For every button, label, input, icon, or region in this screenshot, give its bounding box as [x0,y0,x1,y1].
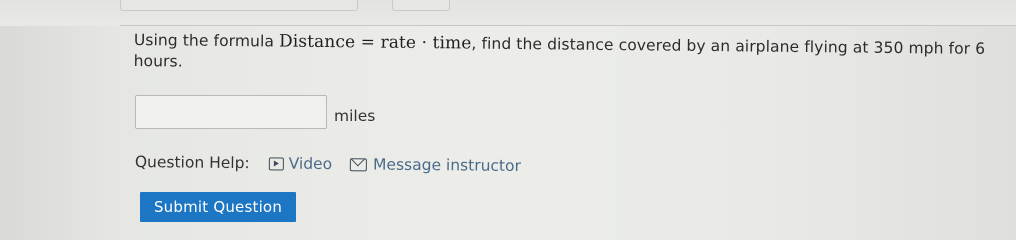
video-play-icon [268,156,284,171]
answer-row: miles [135,93,375,131]
answer-unit: miles [334,107,376,125]
divider [120,25,1016,26]
answer-input[interactable] [135,95,327,129]
top-tab-right [392,0,450,11]
top-tab-left [120,0,358,11]
question-help-label: Question Help: [134,152,250,173]
message-instructor-link[interactable]: Message instructor [350,155,521,175]
question-prefix: Using the formula [133,30,280,51]
formula-dot: · [415,32,433,54]
formula-time: time [432,33,472,54]
question-text: Using the formula Distance = rate · time… [134,30,994,81]
formula-distance: Distance [278,31,356,53]
formula-rate: rate [380,32,417,53]
formula-equals: = [355,32,381,53]
mail-icon [350,157,368,171]
video-link-label: Video [288,154,333,174]
top-strip [0,0,1016,26]
message-instructor-label: Message instructor [373,155,521,176]
question-help: Question Help: Video Message instructor [135,150,539,178]
submit-question-button[interactable]: Submit Question [140,192,296,222]
video-link[interactable]: Video [268,154,333,174]
